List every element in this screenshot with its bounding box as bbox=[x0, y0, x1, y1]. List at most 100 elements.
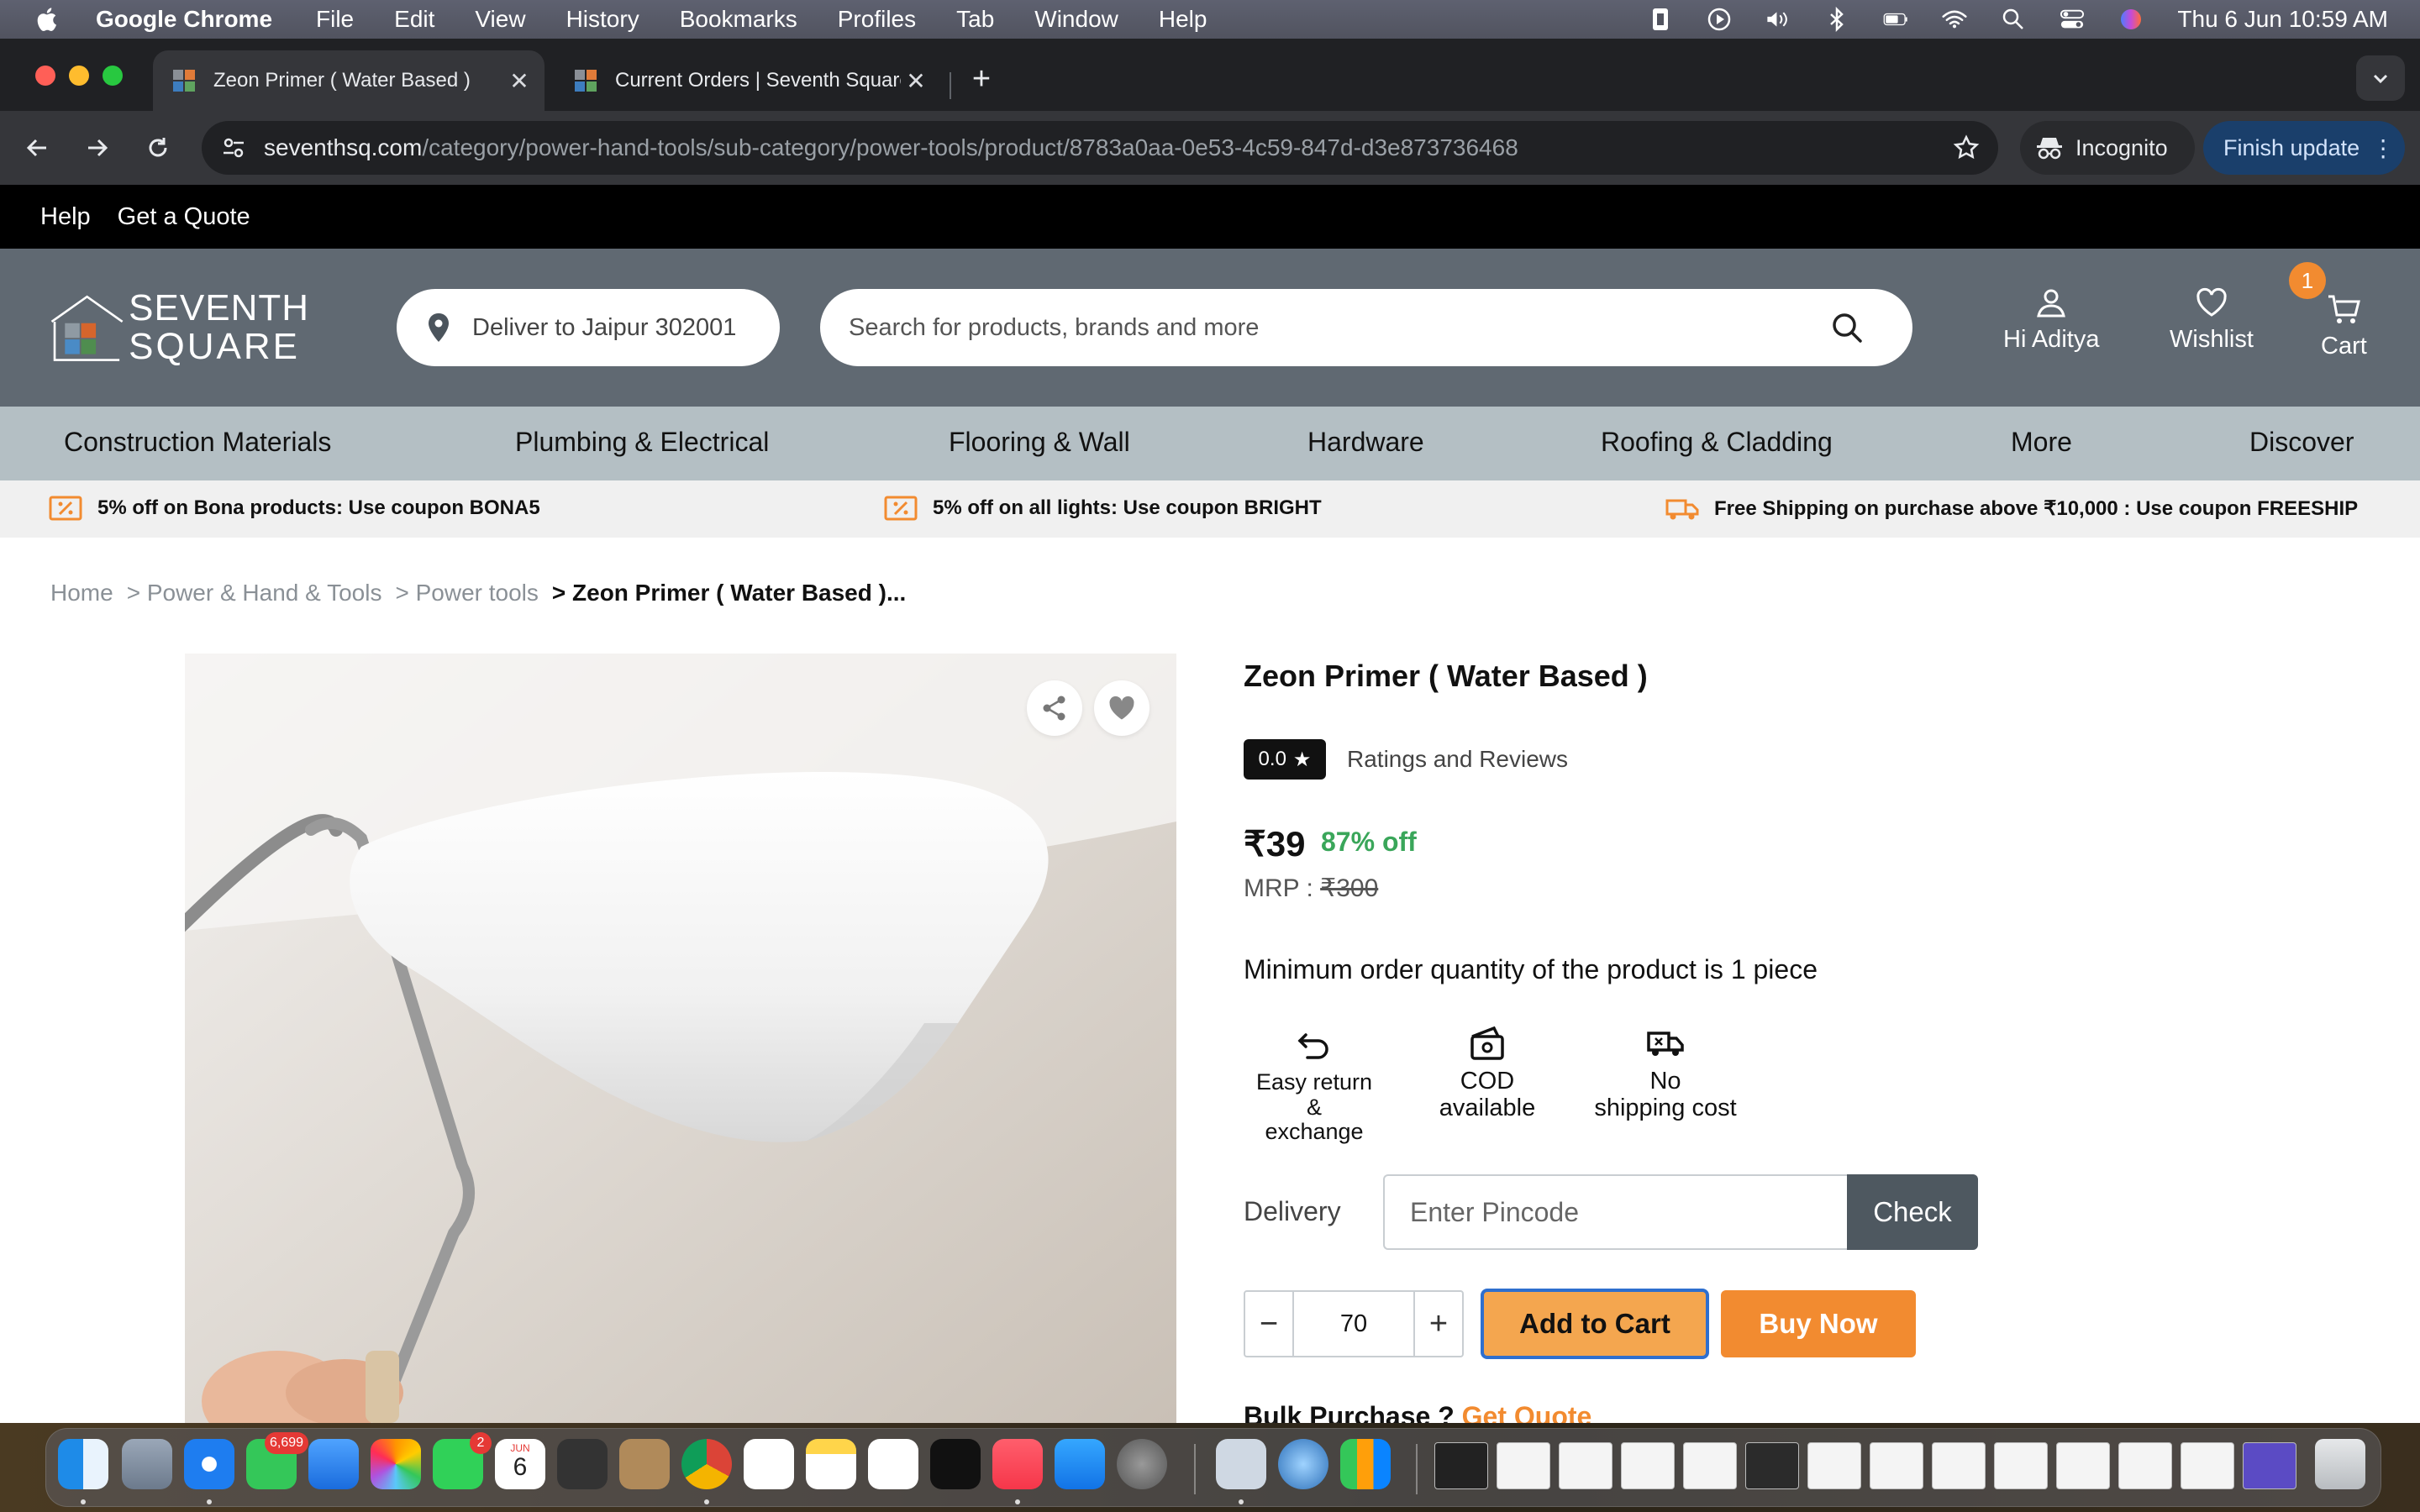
mail-icon[interactable] bbox=[308, 1439, 359, 1489]
quantity-value[interactable]: 70 bbox=[1292, 1292, 1415, 1356]
menu-tab[interactable]: Tab bbox=[956, 6, 994, 33]
quicktime-icon[interactable] bbox=[1278, 1439, 1328, 1489]
window-zoom-button[interactable] bbox=[103, 66, 123, 86]
offer-item[interactable]: 5% off on all lights: Use coupon BRIGHT bbox=[884, 494, 1322, 522]
freeform-icon[interactable] bbox=[868, 1439, 918, 1489]
wishlist-button[interactable]: Wishlist bbox=[2170, 286, 2254, 354]
get-a-quote-link[interactable]: Get a Quote bbox=[118, 203, 250, 231]
minimized-window-thumbnail[interactable] bbox=[1683, 1442, 1737, 1489]
siri-icon[interactable] bbox=[2118, 7, 2144, 32]
play-icon[interactable] bbox=[1707, 7, 1732, 32]
search-input[interactable] bbox=[849, 313, 1828, 342]
tab-zeon-primer[interactable]: Zeon Primer ( Water Based ) ✕ bbox=[153, 50, 544, 111]
nav-discover[interactable]: Discover bbox=[2249, 427, 2354, 458]
buy-now-button[interactable]: Buy Now bbox=[1721, 1290, 1916, 1357]
breadcrumb-power-tools[interactable]: > Power tools bbox=[395, 580, 538, 606]
window-minimize-button[interactable] bbox=[69, 66, 89, 86]
wifi-icon[interactable] bbox=[1942, 7, 1967, 32]
launchpad-icon[interactable] bbox=[122, 1439, 172, 1489]
contacts-icon[interactable] bbox=[619, 1439, 670, 1489]
decrease-quantity-button[interactable]: − bbox=[1245, 1292, 1292, 1356]
chrome-icon[interactable] bbox=[681, 1439, 732, 1489]
nav-flooring-wall[interactable]: Flooring & Wall bbox=[949, 427, 1130, 458]
tab-search-button[interactable] bbox=[2356, 55, 2405, 101]
menu-edit[interactable]: Edit bbox=[394, 6, 434, 33]
menu-file[interactable]: File bbox=[316, 6, 354, 33]
photos-icon[interactable] bbox=[371, 1439, 421, 1489]
minimized-window-thumbnail[interactable] bbox=[1994, 1442, 2048, 1489]
offer-item[interactable]: 5% off on Bona products: Use coupon BONA… bbox=[49, 494, 540, 522]
breadcrumb-home[interactable]: Home bbox=[50, 580, 113, 606]
minimized-window-thumbnail[interactable] bbox=[1559, 1442, 1612, 1489]
forward-icon[interactable] bbox=[79, 129, 116, 166]
deliver-location-button[interactable]: Deliver to Jaipur 302001 bbox=[397, 289, 780, 366]
menu-history[interactable]: History bbox=[566, 6, 639, 33]
account-button[interactable]: Hi Aditya bbox=[2003, 286, 2099, 354]
seventh-square-logo[interactable]: SEVENTH SQUARE bbox=[49, 287, 309, 368]
minimized-window-thumbnail[interactable] bbox=[2118, 1442, 2172, 1489]
pincode-input[interactable] bbox=[1410, 1196, 1813, 1228]
reminders-icon[interactable] bbox=[744, 1439, 794, 1489]
tab-close-icon[interactable]: ✕ bbox=[901, 67, 931, 95]
minimized-window-thumbnail[interactable] bbox=[1745, 1442, 1799, 1489]
incognito-indicator[interactable]: Incognito bbox=[2020, 121, 2195, 175]
volume-icon[interactable] bbox=[1765, 7, 1791, 32]
cart-button[interactable]: Cart bbox=[2321, 292, 2367, 360]
bluetooth-icon[interactable] bbox=[1824, 7, 1849, 32]
minimized-window-thumbnail[interactable] bbox=[2243, 1442, 2296, 1489]
safari-icon[interactable] bbox=[184, 1439, 234, 1489]
address-bar[interactable]: seventhsq.com/category/power-hand-tools/… bbox=[202, 121, 1998, 175]
battery-app-icon[interactable] bbox=[1648, 7, 1673, 32]
finish-update-button[interactable]: Finish update ⋮ bbox=[2203, 121, 2405, 175]
more-menu-icon[interactable]: ⋮ bbox=[2371, 134, 2395, 162]
check-pincode-button[interactable]: Check bbox=[1847, 1174, 1978, 1250]
add-to-wishlist-button[interactable] bbox=[1094, 680, 1150, 736]
spotlight-search-icon[interactable] bbox=[2001, 7, 2026, 32]
nav-construction-materials[interactable]: Construction Materials bbox=[64, 427, 331, 458]
apple-menu-icon[interactable] bbox=[34, 5, 62, 34]
app-store-icon[interactable] bbox=[1055, 1439, 1105, 1489]
menu-view[interactable]: View bbox=[475, 6, 525, 33]
bookmark-star-icon[interactable] bbox=[1948, 129, 1985, 166]
menu-help[interactable]: Help bbox=[1159, 6, 1207, 33]
preview-icon[interactable] bbox=[1216, 1439, 1266, 1489]
notes-icon[interactable] bbox=[806, 1439, 856, 1489]
search-icon[interactable] bbox=[1828, 309, 1865, 346]
tab-close-icon[interactable]: ✕ bbox=[504, 67, 534, 95]
site-info-icon[interactable] bbox=[217, 131, 250, 165]
menu-window[interactable]: Window bbox=[1034, 6, 1118, 33]
tab-current-orders[interactable]: Current Orders | Seventh Square ✕ bbox=[555, 50, 941, 111]
menu-profiles[interactable]: Profiles bbox=[838, 6, 916, 33]
numbers-icon[interactable] bbox=[1340, 1439, 1391, 1489]
trash-icon[interactable] bbox=[2315, 1439, 2365, 1489]
control-center-icon[interactable] bbox=[2060, 7, 2085, 32]
back-icon[interactable] bbox=[18, 129, 55, 166]
menu-clock[interactable]: Thu 6 Jun 10:59 AM bbox=[2177, 6, 2388, 33]
minimized-window-thumbnail[interactable] bbox=[2181, 1442, 2234, 1489]
increase-quantity-button[interactable]: + bbox=[1415, 1292, 1462, 1356]
apple-tv-icon[interactable] bbox=[930, 1439, 981, 1489]
minimized-window-thumbnail[interactable] bbox=[1932, 1442, 1986, 1489]
ratings-reviews-link[interactable]: Ratings and Reviews bbox=[1347, 746, 1568, 773]
nav-more[interactable]: More bbox=[2011, 427, 2072, 458]
nav-plumbing-electrical[interactable]: Plumbing & Electrical bbox=[515, 427, 769, 458]
menu-app-name[interactable]: Google Chrome bbox=[96, 6, 272, 33]
minimized-window-thumbnail[interactable] bbox=[1870, 1442, 1923, 1489]
minimized-window-thumbnail[interactable] bbox=[1807, 1442, 1861, 1489]
new-tab-icon[interactable]: + bbox=[963, 60, 1000, 97]
add-to-cart-button[interactable]: Add to Cart bbox=[1481, 1289, 1709, 1359]
menu-bookmarks[interactable]: Bookmarks bbox=[680, 6, 797, 33]
share-button[interactable] bbox=[1027, 680, 1082, 736]
minimized-window-thumbnail[interactable] bbox=[1497, 1442, 1550, 1489]
nav-roofing-cladding[interactable]: Roofing & Cladding bbox=[1601, 427, 1833, 458]
minimized-window-thumbnail[interactable] bbox=[1621, 1442, 1675, 1489]
breadcrumb-power-hand-tools[interactable]: > Power & Hand & Tools bbox=[127, 580, 382, 606]
finder-icon[interactable] bbox=[58, 1439, 108, 1489]
reload-icon[interactable] bbox=[139, 129, 176, 166]
offer-item[interactable]: Free Shipping on purchase above ₹10,000 … bbox=[1665, 494, 2358, 522]
window-close-button[interactable] bbox=[35, 66, 55, 86]
minimized-window-thumbnail[interactable] bbox=[2056, 1442, 2110, 1489]
music-icon[interactable] bbox=[992, 1439, 1043, 1489]
nav-hardware[interactable]: Hardware bbox=[1307, 427, 1424, 458]
calculator-icon[interactable] bbox=[557, 1439, 608, 1489]
